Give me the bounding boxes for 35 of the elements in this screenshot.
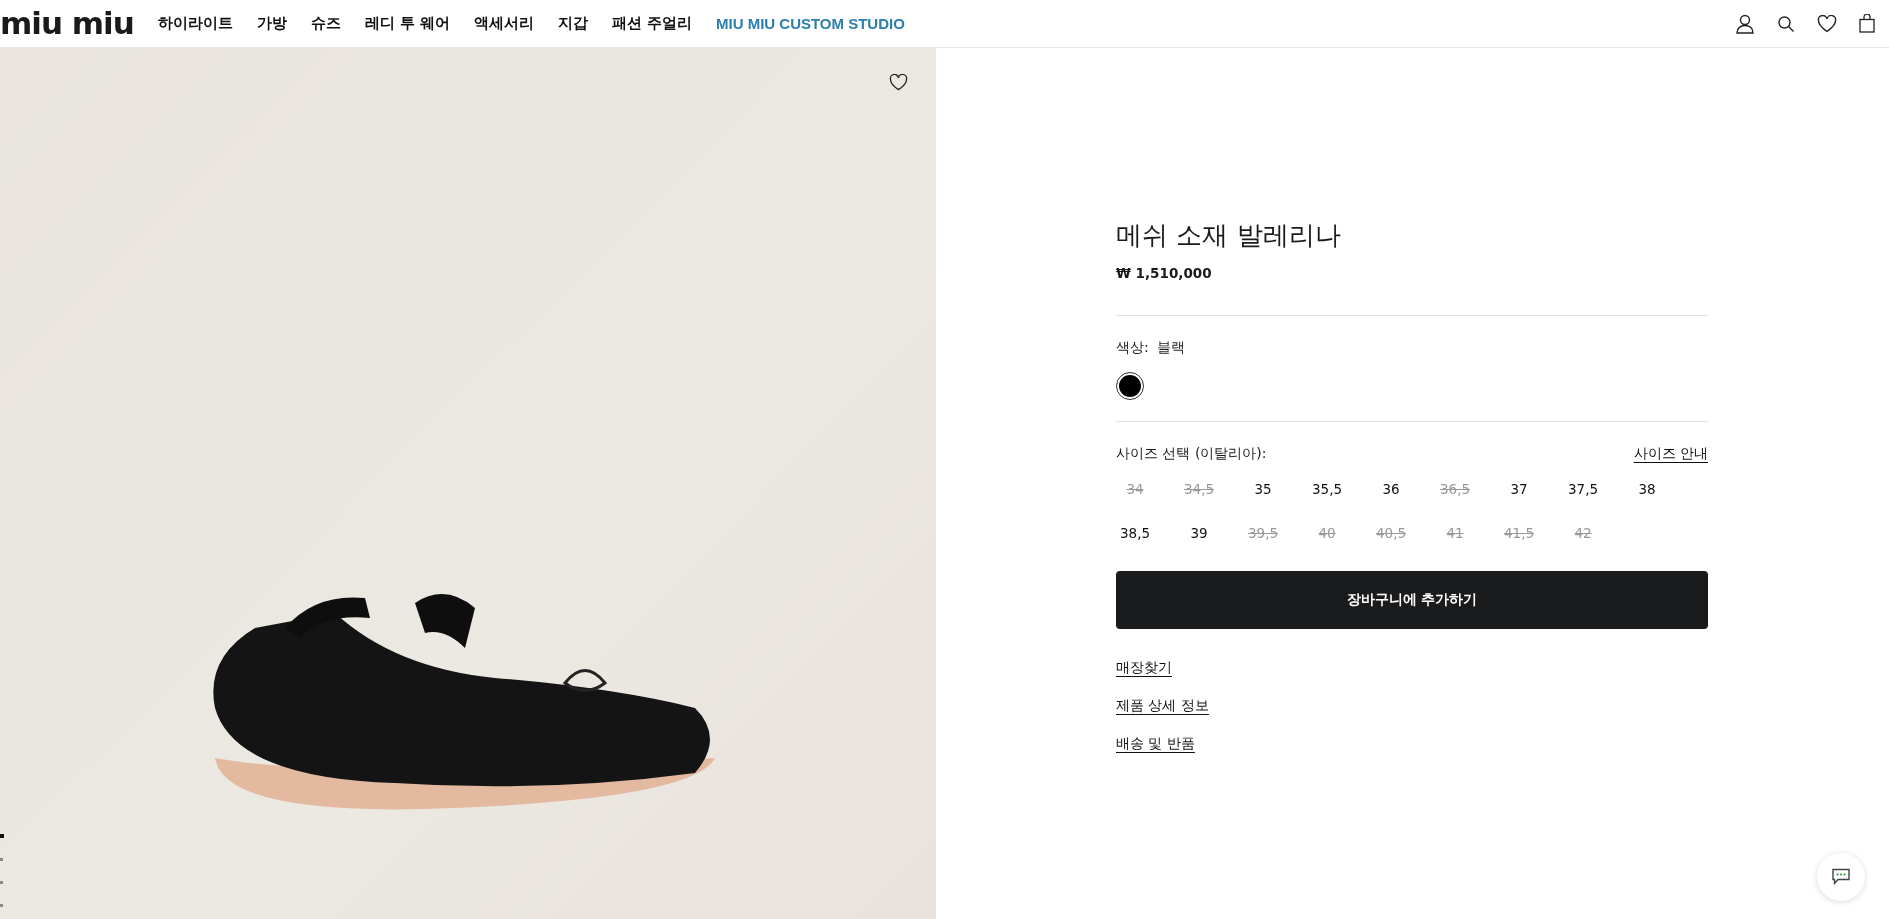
color-value: 블랙 [1156, 339, 1185, 357]
nav-link[interactable]: 하이라이트 [157, 14, 233, 33]
chat-icon [1831, 868, 1851, 886]
size-option[interactable]: 36 [1359, 475, 1423, 503]
nav-link[interactable]: 레디 투 웨어 [364, 14, 450, 33]
account-icon[interactable] [1735, 13, 1755, 34]
brand-logo[interactable]: miu miu [0, 8, 134, 39]
size-option[interactable]: 37 [1487, 475, 1551, 503]
size-option[interactable]: 35 [1231, 475, 1295, 503]
color-swatch[interactable] [1117, 373, 1143, 399]
size-label: 사이즈 선택 (이탈리아): [1116, 445, 1267, 463]
nav-link[interactable]: 패션 주얼리 [611, 14, 692, 33]
size-option[interactable]: 37,5 [1551, 475, 1615, 503]
size-option[interactable]: 38 [1615, 475, 1679, 503]
product-price: ₩ 1,510,000 [1116, 265, 1213, 281]
size-option[interactable]: 35,5 [1295, 475, 1359, 503]
shopping-bag-icon[interactable] [1859, 14, 1875, 33]
search-icon[interactable] [1777, 14, 1795, 33]
size-guide-link[interactable]: 사이즈 안내 [1633, 445, 1708, 463]
nav-link[interactable]: MIU MIU CUSTOM STUDIO [715, 15, 905, 32]
info-link[interactable]: 제품 상세 정보 [1116, 697, 1209, 715]
chat-button[interactable] [1817, 853, 1865, 901]
heart-icon[interactable] [889, 74, 908, 91]
info-link[interactable]: 배송 및 반품 [1116, 735, 1195, 753]
nav-link[interactable]: 가방 [256, 14, 287, 33]
nav-link[interactable]: 액세서리 [473, 14, 534, 33]
product-title: 메쉬 소재 발레리나 [1116, 219, 1342, 252]
nav-link[interactable]: 슈즈 [310, 14, 341, 33]
info-link[interactable]: 매장찾기 [1116, 659, 1172, 677]
size-option[interactable]: 39 [1167, 519, 1231, 547]
add-to-cart-button[interactable]: 장바구니에 추가하기 [1116, 571, 1708, 629]
nav-link[interactable]: 지갑 [557, 14, 588, 33]
size-option[interactable]: 38,5 [1103, 519, 1167, 547]
color-label: 색상: [1116, 339, 1149, 357]
heart-icon[interactable] [1817, 14, 1837, 33]
